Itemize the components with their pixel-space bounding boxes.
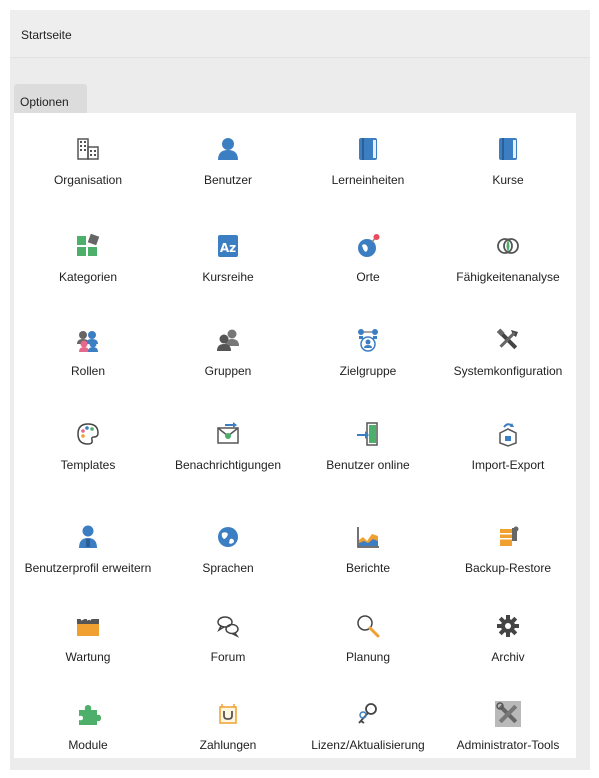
- tools-icon: [494, 326, 522, 354]
- tile-label: Orte: [356, 270, 380, 284]
- tile-label: Wartung: [65, 650, 111, 664]
- tile-label: Backup-Restore: [464, 561, 552, 575]
- speech-bubbles-icon: [214, 612, 242, 640]
- tile-label: Benachrichtigungen: [174, 458, 282, 472]
- tile-label: Planung: [345, 650, 391, 664]
- tile-organisation[interactable]: Organisation: [18, 135, 158, 195]
- tile-label: Zielgruppe: [339, 364, 397, 378]
- tile-backup-restore[interactable]: Backup-Restore: [438, 523, 578, 583]
- tile-benachrichtigungen[interactable]: Benachrichtigungen: [158, 420, 298, 480]
- tile-benutzer[interactable]: Benutzer: [158, 135, 298, 195]
- az-sort-icon: Az: [214, 232, 242, 260]
- maintenance-box-icon: [74, 612, 102, 640]
- tile-label: Lerneinheiten: [331, 173, 405, 187]
- tile-label: Benutzer: [203, 173, 253, 187]
- tile-label: Import-Export: [471, 458, 545, 472]
- tile-archiv[interactable]: Archiv: [438, 612, 578, 672]
- group-icon: [214, 326, 242, 354]
- tile-forum[interactable]: Forum: [158, 612, 298, 672]
- tile-kurse[interactable]: Kurse: [438, 135, 578, 195]
- tile-label: Sprachen: [202, 561, 254, 575]
- tile-zahlungen[interactable]: Zahlungen: [158, 700, 298, 760]
- globe-pin-icon: [354, 232, 382, 260]
- tile-label: Templates: [60, 458, 116, 472]
- area-chart-icon: [354, 523, 382, 551]
- breadcrumb-home-link[interactable]: Startseite: [21, 28, 72, 42]
- tile-orte[interactable]: Orte: [298, 232, 438, 292]
- book-icon: [354, 135, 382, 163]
- tile-label: Berichte: [345, 561, 391, 575]
- tile-label: Fähigkeitenanalyse: [456, 270, 560, 284]
- book-icon: [494, 135, 522, 163]
- tile-benutzer-online[interactable]: Benutzer online: [298, 420, 438, 480]
- roles-icon: [74, 326, 102, 354]
- admin-tools-icon: [494, 700, 522, 728]
- target-group-icon: [354, 326, 382, 354]
- mail-icon: [214, 420, 242, 448]
- tile-label: Kursreihe: [202, 270, 254, 284]
- user-profile-icon: [74, 523, 102, 551]
- key-icon: [354, 700, 382, 728]
- tile-templates[interactable]: Templates: [18, 420, 158, 480]
- user-icon: [214, 135, 242, 163]
- tile-label: Archiv: [491, 650, 525, 664]
- tile-label: Organisation: [53, 173, 123, 187]
- tab-options[interactable]: Optionen: [14, 84, 87, 114]
- tile-label: Systemkonfiguration: [453, 364, 563, 378]
- organisation-icon: [74, 135, 102, 163]
- tile-lerneinheiten[interactable]: Lerneinheiten: [298, 135, 438, 195]
- tile-lizenz-aktualisierung[interactable]: Lizenz/Aktualisierung: [298, 700, 438, 760]
- tile-label: Kategorien: [58, 270, 118, 284]
- tile-label: Module: [68, 738, 108, 752]
- payment-icon: [214, 700, 242, 728]
- tile-label: Rollen: [70, 364, 106, 378]
- tile-import-export[interactable]: Import-Export: [438, 420, 578, 480]
- breadcrumb: Startseite: [10, 10, 590, 58]
- palette-icon: [74, 420, 102, 448]
- tile-planung[interactable]: Planung: [298, 612, 438, 672]
- gear-icon: [494, 612, 522, 640]
- tile-benutzerprofil-erweitern[interactable]: Benutzerprofil erweitern: [18, 523, 158, 583]
- overlap-circles-icon: [494, 232, 522, 260]
- tile-label: Lizenz/Aktualisierung: [311, 738, 425, 752]
- tile-gruppen[interactable]: Gruppen: [158, 326, 298, 386]
- tile-kursreihe[interactable]: Az Kursreihe: [158, 232, 298, 292]
- tile-label: Benutzer online: [326, 458, 410, 472]
- tile-kategorien[interactable]: Kategorien: [18, 232, 158, 292]
- tile-label: Gruppen: [204, 364, 252, 378]
- tile-fähigkeitenanalyse[interactable]: Fähigkeitenanalyse: [438, 232, 578, 292]
- tile-systemkonfiguration[interactable]: Systemkonfiguration: [438, 326, 578, 386]
- backup-icon: [494, 523, 522, 551]
- tab-options-label: Optionen: [20, 95, 69, 109]
- magnifier-icon: [354, 612, 382, 640]
- svg-text:Az: Az: [220, 241, 236, 255]
- tile-berichte[interactable]: Berichte: [298, 523, 438, 583]
- categories-icon: [74, 232, 102, 260]
- tile-wartung[interactable]: Wartung: [18, 612, 158, 672]
- tile-label: Administrator-Tools: [456, 738, 560, 752]
- tile-label: Zahlungen: [199, 738, 257, 752]
- import-export-icon: [494, 420, 522, 448]
- globe-icon: [214, 523, 242, 551]
- tile-label: Forum: [210, 650, 246, 664]
- tile-label: Benutzerprofil erweitern: [24, 561, 152, 575]
- puzzle-icon: [74, 700, 102, 728]
- tile-zielgruppe[interactable]: Zielgruppe: [298, 326, 438, 386]
- tile-label: Kurse: [492, 173, 524, 187]
- tile-administrator-tools[interactable]: Administrator-Tools: [438, 700, 578, 760]
- tile-sprachen[interactable]: Sprachen: [158, 523, 298, 583]
- tile-rollen[interactable]: Rollen: [18, 326, 158, 386]
- door-enter-icon: [354, 420, 382, 448]
- tile-module[interactable]: Module: [18, 700, 158, 760]
